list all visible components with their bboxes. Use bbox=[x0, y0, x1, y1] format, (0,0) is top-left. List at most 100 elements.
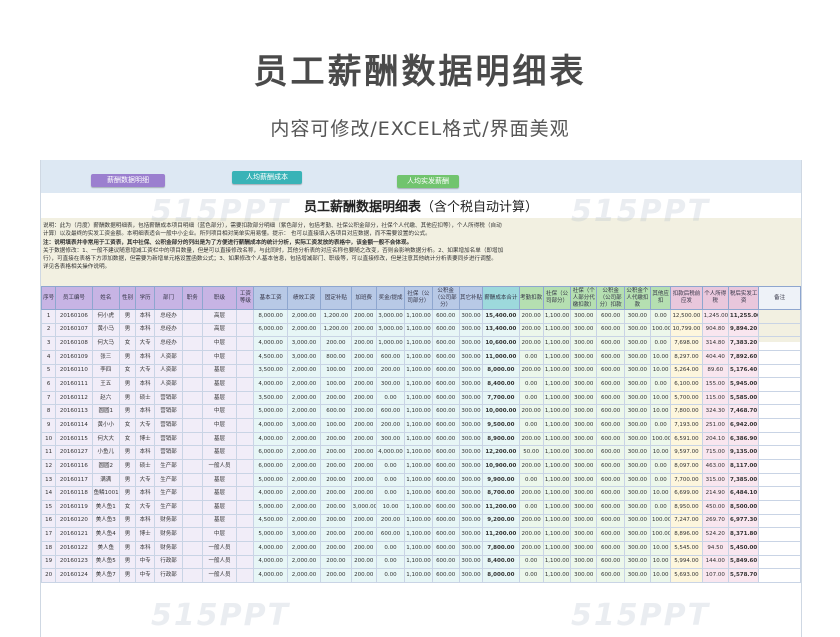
table-cell[interactable]: 200.00 bbox=[320, 513, 352, 529]
table-cell[interactable]: 男 bbox=[118, 527, 137, 542]
table-cell[interactable]: 男 bbox=[118, 390, 137, 406]
table-cell[interactable] bbox=[758, 472, 801, 488]
table-cell[interactable]: 8,297.00 bbox=[670, 349, 703, 365]
table-cell[interactable]: 4,500.00 bbox=[253, 513, 288, 529]
table-cell[interactable]: 20160110 bbox=[55, 363, 93, 379]
table-cell[interactable]: 14 bbox=[41, 486, 57, 501]
table-cell[interactable]: 7,892.60 bbox=[727, 349, 760, 365]
table-cell[interactable] bbox=[758, 390, 801, 406]
table-cell[interactable]: 144.00 bbox=[701, 554, 729, 570]
table-cell[interactable] bbox=[758, 336, 801, 351]
table-cell[interactable]: 男 bbox=[118, 568, 137, 583]
table-cell[interactable]: 300.00 bbox=[458, 445, 484, 461]
table-cell[interactable]: 300.00 bbox=[458, 486, 484, 501]
table-cell[interactable] bbox=[236, 445, 255, 461]
table-cell[interactable]: 女 bbox=[118, 336, 137, 351]
table-cell[interactable]: 200.00 bbox=[320, 486, 352, 501]
table-cell[interactable]: 200.00 bbox=[320, 554, 352, 570]
table-cell[interactable]: 一般人员 bbox=[201, 540, 238, 556]
table-cell[interactable] bbox=[181, 377, 203, 392]
table-cell[interactable] bbox=[236, 418, 255, 433]
table-cell[interactable]: 600.00 bbox=[596, 431, 625, 447]
table-cell[interactable]: 20160112 bbox=[55, 390, 93, 406]
table-cell[interactable]: 行政部 bbox=[154, 568, 183, 583]
table-cell[interactable]: 0.00 bbox=[650, 459, 672, 474]
table-cell[interactable]: 7,193.00 bbox=[670, 418, 703, 433]
table-cell[interactable]: 硕士 bbox=[135, 390, 156, 406]
table-cell[interactable]: 200.00 bbox=[350, 431, 377, 447]
table-cell[interactable]: 1,100.00 bbox=[542, 431, 572, 447]
table-cell[interactable]: 300.00 bbox=[623, 540, 652, 556]
avg-cost-button[interactable]: 人均薪酬成本 bbox=[232, 171, 302, 184]
table-cell[interactable] bbox=[758, 445, 801, 461]
table-cell[interactable]: 600.00 bbox=[596, 486, 625, 501]
table-cell[interactable]: 600.00 bbox=[431, 527, 460, 542]
table-cell[interactable]: 100.00 bbox=[650, 513, 672, 529]
table-cell[interactable]: 0.00 bbox=[375, 486, 406, 501]
table-cell[interactable]: 9,500.00 bbox=[482, 418, 520, 433]
table-cell[interactable]: 324.30 bbox=[701, 404, 729, 420]
table-cell[interactable] bbox=[236, 336, 255, 351]
table-cell[interactable]: 6,000.00 bbox=[253, 322, 288, 338]
table-cell[interactable]: 总经办 bbox=[154, 322, 183, 338]
table-cell[interactable]: 600.00 bbox=[596, 404, 625, 420]
table-cell[interactable]: 1,100.00 bbox=[404, 540, 433, 556]
table-cell[interactable]: 300.00 bbox=[623, 349, 652, 365]
table-cell[interactable]: 1,100.00 bbox=[542, 418, 572, 433]
table-cell[interactable] bbox=[236, 431, 255, 447]
table-cell[interactable]: 3,000.00 bbox=[286, 336, 322, 351]
table-cell[interactable]: 1,100.00 bbox=[404, 390, 433, 406]
table-cell[interactable]: 10.00 bbox=[650, 568, 672, 583]
table-cell[interactable]: 1,100.00 bbox=[542, 472, 572, 488]
table-cell[interactable]: 5,994.00 bbox=[670, 554, 703, 570]
table-cell[interactable]: 3,500.00 bbox=[253, 390, 288, 406]
table-cell[interactable]: 300.00 bbox=[623, 377, 652, 392]
table-cell[interactable]: 200.00 bbox=[350, 377, 377, 392]
table-cell[interactable]: 600.00 bbox=[375, 527, 406, 542]
table-cell[interactable]: 300.00 bbox=[458, 363, 484, 379]
table-cell[interactable]: 300.00 bbox=[570, 513, 598, 529]
table-cell[interactable]: 大专 bbox=[135, 363, 156, 379]
table-cell[interactable]: 300.00 bbox=[570, 363, 598, 379]
table-cell[interactable]: 600.00 bbox=[596, 527, 625, 542]
table-cell[interactable]: 高层 bbox=[201, 309, 238, 324]
table-cell[interactable]: 4,000.00 bbox=[253, 377, 288, 392]
table-cell[interactable]: 20160106 bbox=[55, 309, 93, 324]
table-cell[interactable]: 9,200.00 bbox=[482, 513, 520, 529]
table-cell[interactable]: 20160111 bbox=[55, 377, 93, 392]
table-cell[interactable]: 11,200.00 bbox=[482, 499, 520, 515]
table-cell[interactable]: 15,400.00 bbox=[482, 309, 520, 324]
table-cell[interactable]: 中层 bbox=[201, 336, 238, 351]
table-cell[interactable]: 300.00 bbox=[570, 349, 598, 365]
table-cell[interactable]: 博士 bbox=[135, 431, 156, 447]
table-cell[interactable]: 5,700.00 bbox=[670, 390, 703, 406]
table-cell[interactable] bbox=[236, 554, 255, 570]
table-cell[interactable]: 200.00 bbox=[518, 486, 544, 501]
table-cell[interactable]: 300.00 bbox=[623, 568, 652, 583]
table-cell[interactable]: 200.00 bbox=[350, 445, 377, 461]
table-cell[interactable]: 300.00 bbox=[570, 418, 598, 433]
table-cell[interactable]: 20160119 bbox=[55, 499, 93, 515]
table-cell[interactable]: 1,100.00 bbox=[542, 336, 572, 351]
table-cell[interactable]: 美人鱼3 bbox=[91, 513, 120, 529]
table-cell[interactable]: 214.90 bbox=[701, 486, 729, 501]
table-cell[interactable]: 6,386.90 bbox=[727, 431, 760, 447]
table-cell[interactable] bbox=[181, 390, 203, 406]
table-cell[interactable] bbox=[236, 390, 255, 406]
table-cell[interactable]: 美人鱼 bbox=[91, 540, 120, 556]
table-cell[interactable]: 300.00 bbox=[458, 322, 484, 338]
table-cell[interactable]: 2,000.00 bbox=[286, 486, 322, 501]
table-cell[interactable]: 0.00 bbox=[650, 377, 672, 392]
table-cell[interactable]: 200.00 bbox=[518, 322, 544, 338]
table-cell[interactable]: 1,100.00 bbox=[404, 554, 433, 570]
table-cell[interactable]: 8,000.00 bbox=[253, 309, 288, 324]
table-cell[interactable]: 2,000.00 bbox=[286, 554, 322, 570]
table-cell[interactable]: 10,000.00 bbox=[482, 404, 520, 420]
table-cell[interactable]: 基层 bbox=[201, 431, 238, 447]
table-cell[interactable]: 20160121 bbox=[55, 527, 93, 542]
table-cell[interactable]: 男 bbox=[118, 445, 137, 461]
table-cell[interactable]: 600.00 bbox=[596, 540, 625, 556]
table-cell[interactable]: 300.00 bbox=[458, 459, 484, 474]
table-cell[interactable]: 18 bbox=[41, 540, 57, 556]
table-cell[interactable] bbox=[181, 445, 203, 461]
